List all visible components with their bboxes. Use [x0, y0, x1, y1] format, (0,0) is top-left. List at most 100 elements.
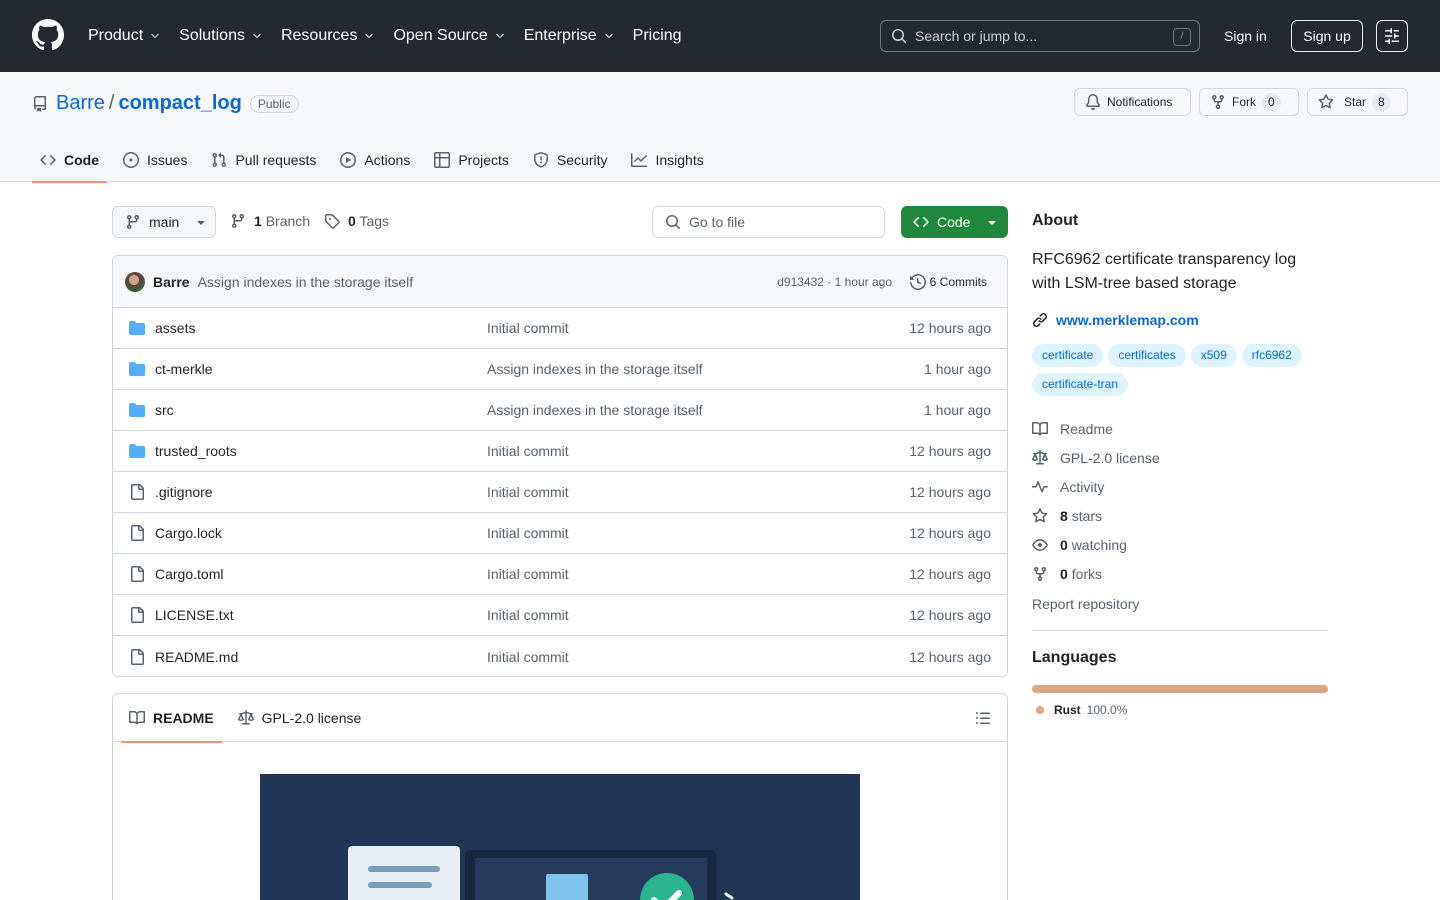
book-icon: [129, 710, 145, 724]
commit-hash-time[interactable]: d913432 · 1 hour ago: [777, 275, 892, 289]
sign-up-button[interactable]: Sign up: [1291, 20, 1363, 52]
file-row[interactable]: Cargo.lock Initial commit 12 hours ago: [113, 513, 1007, 554]
file-commit-message-link[interactable]: Assign indexes in the storage itself: [487, 402, 703, 418]
forks-link[interactable]: 0 forks: [1032, 559, 1328, 588]
readme-banner-image: [260, 774, 860, 900]
website-link[interactable]: www.merklemap.com: [1032, 312, 1328, 328]
file-row[interactable]: src Assign indexes in the storage itself 1…: [113, 390, 1007, 431]
file-commit-message-link[interactable]: Initial commit: [487, 607, 569, 623]
tab-insights[interactable]: Insights: [623, 138, 711, 182]
branches-link[interactable]: 1 Branch: [254, 213, 310, 229]
file-name-link[interactable]: LICENSE.txt: [155, 607, 234, 623]
tags-link[interactable]: 0 Tags: [348, 213, 389, 229]
report-repository-link[interactable]: Report repository: [1032, 596, 1328, 631]
search-icon: [666, 215, 680, 229]
code-dropdown-button[interactable]: Code: [901, 206, 1008, 238]
nav-label: Open Source: [393, 27, 488, 44]
file-row[interactable]: Cargo.toml Initial commit 12 hours ago: [113, 554, 1007, 595]
watchers-link[interactable]: 0 watching: [1032, 530, 1328, 559]
commit-author-link[interactable]: Barre: [153, 274, 190, 290]
github-logo-icon[interactable]: [32, 19, 64, 51]
history-icon: [909, 273, 926, 290]
nav-product[interactable]: Product: [88, 23, 161, 49]
topic-tag[interactable]: certificate-tran: [1032, 373, 1129, 396]
file-name-link[interactable]: Cargo.toml: [155, 566, 223, 582]
tab-security[interactable]: Security: [525, 138, 616, 182]
file-name-link[interactable]: ct-merkle: [155, 361, 213, 377]
file-row[interactable]: assets Initial commit 12 hours ago: [113, 308, 1007, 349]
go-to-file-input[interactable]: Go to file: [652, 206, 885, 238]
tag-count: 0: [348, 213, 356, 229]
tab-label: Security: [556, 152, 608, 168]
file-icon: [129, 607, 145, 623]
nav-solutions[interactable]: Solutions: [179, 23, 263, 49]
topics-list: certificate certificates x509 rfc6962 ce…: [1032, 344, 1328, 396]
nav-enterprise[interactable]: Enterprise: [524, 23, 615, 49]
forks-text: 0 forks: [1060, 566, 1102, 582]
file-name-link[interactable]: Cargo.lock: [155, 525, 222, 541]
language-item[interactable]: Rust 100.0%: [1032, 703, 1328, 717]
file-commit-message-link[interactable]: Initial commit: [487, 484, 569, 500]
law-icon: [1032, 449, 1048, 464]
file-commit-message-link[interactable]: Initial commit: [487, 566, 569, 582]
file-commit-message-link[interactable]: Assign indexes in the storage itself: [487, 361, 703, 377]
file-row[interactable]: LICENSE.txt Initial commit 12 hours ago: [113, 595, 1007, 636]
law-icon: [237, 709, 254, 724]
file-row[interactable]: .gitignore Initial commit 12 hours ago: [113, 472, 1007, 513]
notifications-button[interactable]: Notifications: [1074, 88, 1191, 116]
star-button[interactable]: Star 8: [1307, 88, 1408, 116]
file-commit-message-link[interactable]: Initial commit: [487, 320, 569, 336]
avatar[interactable]: [125, 271, 145, 292]
fork-count: 0: [1262, 93, 1281, 111]
tab-actions[interactable]: Actions: [332, 138, 418, 182]
file-name-link[interactable]: .gitignore: [155, 484, 213, 500]
pulse-icon: [1032, 480, 1048, 492]
readme-panel: README GPL-2.0 license: [112, 693, 1008, 900]
topic-tag[interactable]: certificate: [1032, 344, 1104, 367]
file-name-link[interactable]: src: [155, 402, 174, 418]
topic-tag[interactable]: certificates: [1108, 344, 1186, 367]
file-name-link[interactable]: README.md: [155, 649, 238, 665]
file-name-link[interactable]: trusted_roots: [155, 443, 237, 459]
tab-code[interactable]: Code: [32, 138, 107, 183]
commits-history-link[interactable]: 6 Commits: [909, 273, 987, 290]
stars-link[interactable]: 8 stars: [1032, 501, 1328, 530]
file-commit-message-link[interactable]: Initial commit: [487, 525, 569, 541]
sliders-icon: [1385, 28, 1399, 44]
notifications-label: Notifications: [1107, 95, 1173, 109]
tab-pull-requests[interactable]: Pull requests: [203, 138, 324, 182]
branch-select-button[interactable]: main: [112, 206, 216, 238]
topic-tag[interactable]: x509: [1190, 344, 1237, 367]
file-row[interactable]: ct-merkle Assign indexes in the storage i…: [113, 349, 1007, 390]
tab-issues[interactable]: Issues: [115, 138, 195, 182]
file-commit-time: 12 hours ago: [909, 525, 991, 541]
book-icon: [1032, 421, 1048, 435]
outline-button[interactable]: [975, 710, 991, 726]
license-label: GPL-2.0 license: [1060, 449, 1160, 466]
file-name-link[interactable]: assets: [155, 320, 195, 336]
repo-owner-link[interactable]: Barre: [56, 92, 105, 115]
sign-in-link[interactable]: Sign in: [1212, 20, 1279, 52]
search-input[interactable]: Search or jump to... /: [880, 20, 1200, 52]
file-commit-message-link[interactable]: Initial commit: [487, 649, 569, 665]
bell-icon: [1085, 94, 1100, 110]
code-icon: [913, 216, 929, 228]
fork-button[interactable]: Fork 0: [1199, 88, 1299, 116]
file-row[interactable]: trusted_roots Initial commit 12 hours ago: [113, 431, 1007, 472]
tab-readme[interactable]: README: [121, 694, 222, 743]
nav-resources[interactable]: Resources: [281, 23, 375, 49]
nav-pricing[interactable]: Pricing: [633, 23, 682, 49]
file-commit-message-link[interactable]: Initial commit: [487, 443, 569, 459]
topic-tag[interactable]: rfc6962: [1241, 344, 1302, 367]
tab-license[interactable]: GPL-2.0 license: [230, 694, 370, 742]
commit-message-link[interactable]: Assign indexes in the storage itself: [198, 274, 414, 290]
license-link[interactable]: GPL-2.0 license: [1032, 443, 1328, 472]
tab-label: Insights: [655, 152, 704, 168]
file-row[interactable]: README.md Initial commit 12 hours ago: [113, 636, 1007, 676]
nav-open-source[interactable]: Open Source: [393, 23, 505, 49]
repo-name-link[interactable]: compact_log: [118, 92, 241, 115]
activity-link[interactable]: Activity: [1032, 472, 1328, 501]
readme-link[interactable]: Readme: [1032, 414, 1328, 443]
site-menu-button[interactable]: [1376, 20, 1408, 52]
tab-projects[interactable]: Projects: [426, 138, 517, 182]
